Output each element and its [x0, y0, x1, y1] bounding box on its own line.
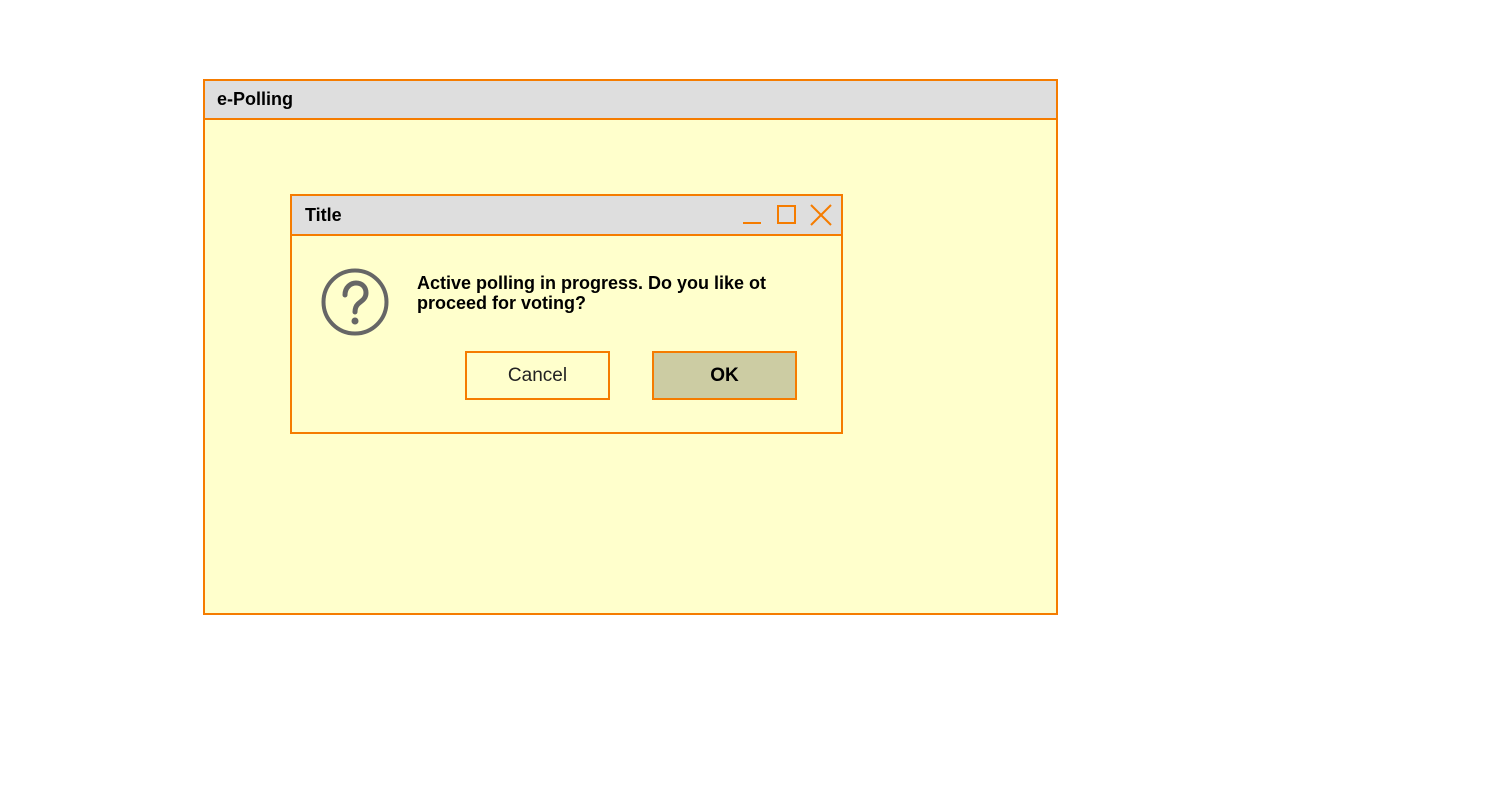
dialog-titlebar[interactable]: Title: [292, 196, 841, 236]
close-icon[interactable]: [810, 204, 832, 226]
confirm-dialog: Title Active polling in progress. Do you…: [290, 194, 843, 434]
dialog-title: Title: [305, 204, 342, 225]
main-titlebar: e-Polling: [205, 81, 1056, 120]
window-title: e-Polling: [217, 89, 293, 109]
minimize-icon[interactable]: [741, 204, 763, 226]
question-icon: [321, 268, 389, 336]
cancel-button[interactable]: Cancel: [465, 351, 610, 400]
maximize-icon[interactable]: [776, 204, 798, 226]
dialog-message: Active polling in progress. Do you like …: [417, 273, 767, 313]
ok-button[interactable]: OK: [652, 351, 797, 400]
